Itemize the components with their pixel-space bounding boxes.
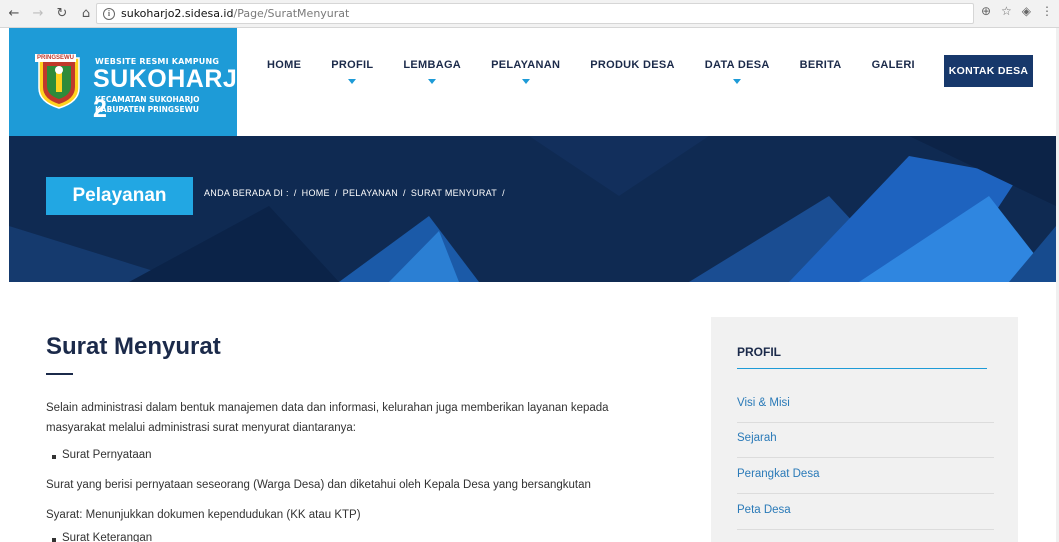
nav-label: BERITA [799, 59, 842, 71]
title-underline [46, 373, 73, 375]
service-description: Surat yang berisi pernyataan seseorang (… [46, 479, 591, 491]
extension-icon[interactable]: ◈ [1022, 4, 1031, 18]
nav-pelayanan[interactable]: PELAYANAN [491, 59, 561, 84]
nav-produk-desa[interactable]: PRODUK DESA [590, 59, 675, 71]
logo-location: KECAMATAN SUKOHARJO KABUPATEN PRINGSEWU [95, 95, 200, 115]
url-path: /Page/SuratMenyurat [233, 7, 350, 20]
nav-label: PELAYANAN [491, 59, 561, 71]
nav-data-desa[interactable]: DATA DESA [704, 59, 770, 84]
logo-title: SUKOHARJO 2 [93, 65, 258, 123]
sidebar-title: PROFIL [737, 345, 781, 359]
sidebar-divider [737, 457, 994, 458]
chevron-down-icon [348, 79, 357, 84]
intro-paragraph: Selain administrasi dalam bentuk manajem… [46, 398, 609, 438]
nav-lembaga[interactable]: LEMBAGA [403, 59, 462, 84]
breadcrumb-prefix: ANDA BERADA DI : [204, 188, 289, 198]
browser-toolbar: ← → ↻ ⌂ i sukoharjo2.sidesa.id/Page/Sura… [0, 0, 1059, 28]
list-item: Surat Pernyataan [52, 449, 152, 461]
nav-berita[interactable]: BERITA [800, 59, 842, 71]
chevron-down-icon [521, 79, 530, 84]
sidebar-item-sejarah[interactable]: Sejarah [737, 432, 777, 444]
intro-line: masyarakat melalui administrasi surat me… [46, 422, 356, 434]
reload-icon[interactable]: ↻ [52, 4, 72, 24]
sidebar-item-peta-desa[interactable]: Peta Desa [737, 504, 791, 516]
breadcrumb-current: SURAT MENYURAT [410, 188, 498, 198]
url-host: sukoharjo2.sidesa.id [121, 7, 234, 20]
breadcrumb-sep: / [403, 188, 406, 198]
chevron-down-icon [428, 79, 437, 84]
nav-label: GALERI [871, 59, 915, 71]
address-bar[interactable]: i sukoharjo2.sidesa.id/Page/SuratMenyura… [96, 3, 974, 24]
page-title: Surat Menyurat [46, 333, 221, 360]
nav-profil[interactable]: PROFIL [331, 59, 374, 84]
sidebar-divider [737, 529, 994, 530]
nav-label: LEMBAGA [403, 59, 462, 71]
logo-regency: KABUPATEN PRINGSEWU [95, 105, 199, 114]
page-section-tag: Pelayanan [46, 177, 193, 215]
browser-menu-icon[interactable]: ⋮ [1041, 4, 1053, 18]
sidebar-divider [737, 422, 994, 423]
main-nav: HOME PROFIL LEMBAGA PELAYANAN PRODUK DES… [267, 59, 945, 84]
logo-district: KECAMATAN SUKOHARJO [95, 95, 200, 104]
forward-icon[interactable]: → [28, 4, 48, 24]
breadcrumb-sep: / [293, 188, 297, 198]
chevron-down-icon [733, 79, 742, 84]
logo-tag: PRINGSEWU [35, 54, 77, 62]
sidebar-item-perangkat-desa[interactable]: Perangkat Desa [737, 468, 819, 480]
page-banner: Pelayanan ANDA BERADA DI : / HOME / PELAYANA… [9, 136, 1056, 282]
nav-label: PRODUK DESA [590, 59, 675, 71]
breadcrumb-sep: / [502, 188, 505, 198]
nav-galeri[interactable]: GALERI [872, 59, 915, 71]
zoom-icon[interactable]: ⊕ [981, 4, 991, 18]
sidebar-divider [737, 493, 994, 494]
site-info-icon[interactable]: i [103, 7, 115, 20]
sidebar-title-rule [737, 368, 987, 369]
site-header: PRINGSEWU WEBSITE RESMI KAMPUNG SUKOHARJ… [0, 28, 1059, 136]
contact-button[interactable]: KONTAK DESA [944, 55, 1033, 87]
sidebar: PROFIL Visi & Misi Sejarah Perangkat Des… [711, 317, 1018, 542]
sidebar-item-visi-misi[interactable]: Visi & Misi [737, 397, 790, 409]
crest-icon [38, 57, 80, 109]
nav-home[interactable]: HOME [267, 59, 301, 71]
breadcrumb-pelayanan[interactable]: PELAYANAN [343, 188, 398, 198]
nav-label: PROFIL [331, 59, 374, 71]
breadcrumb: ANDA BERADA DI : / HOME / PELAYANAN / SURAT ME… [204, 188, 510, 198]
breadcrumb-sep: / [334, 188, 338, 198]
list-item: Surat Keterangan [51, 532, 153, 542]
breadcrumb-home[interactable]: HOME [302, 188, 330, 198]
back-icon[interactable]: ← [4, 4, 24, 24]
nav-label: DATA DESA [704, 59, 770, 71]
intro-line: Selain administrasi dalam bentuk manajem… [46, 402, 609, 414]
service-requirement: Syarat: Menunjukkan dokumen kependudukan… [46, 509, 361, 521]
home-icon[interactable]: ⌂ [76, 4, 96, 24]
nav-label: HOME [267, 59, 302, 71]
site-logo[interactable]: PRINGSEWU WEBSITE RESMI KAMPUNG SUKOHARJ… [9, 28, 257, 136]
bookmark-star-icon[interactable]: ☆ [1001, 4, 1012, 18]
